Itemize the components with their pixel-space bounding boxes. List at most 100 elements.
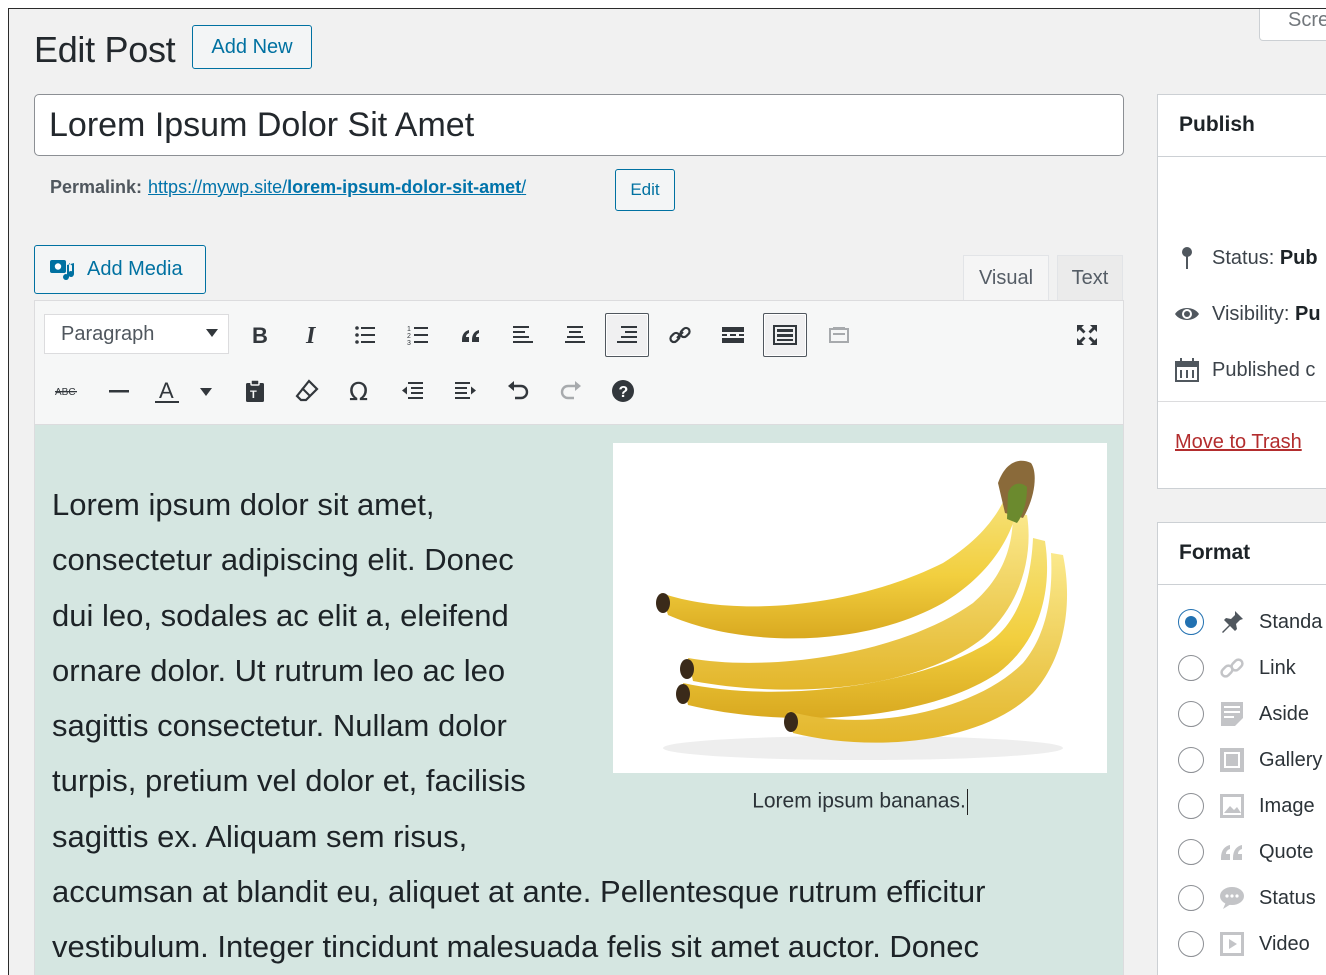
- format-select-value: Paragraph: [61, 323, 155, 345]
- blockquote-button[interactable]: [449, 313, 493, 357]
- pin-icon: [1182, 247, 1192, 269]
- format-box: Format Standa Link Aside Gallery Image Q…: [1157, 522, 1326, 975]
- align-right-button[interactable]: [605, 313, 649, 357]
- horizontal-line-button[interactable]: [97, 369, 141, 413]
- editor-content[interactable]: Lorem ipsum dolor sit amet, consectetur …: [35, 425, 1123, 975]
- radio-aside[interactable]: [1178, 701, 1204, 727]
- radio-link[interactable]: [1178, 655, 1204, 681]
- permalink-slug: lorem-ipsum-dolor-sit-amet: [287, 177, 522, 197]
- link-icon: [669, 326, 691, 344]
- speech-bubble-icon: [1217, 883, 1247, 913]
- align-center-button[interactable]: [553, 313, 597, 357]
- omega-icon: Ω: [349, 378, 368, 404]
- strikethrough-icon: ABC: [55, 387, 77, 398]
- format-option-label: Quote: [1259, 840, 1314, 863]
- horizontal-line-icon: [109, 390, 129, 393]
- permalink-base: https://mywp.site/: [148, 177, 288, 197]
- text-line: ornare dolor. Ut rutrum leo ac leo: [52, 652, 506, 688]
- undo-button[interactable]: [496, 369, 540, 413]
- format-option-label: Link: [1259, 656, 1296, 679]
- visibility-row: Visibility: Pu: [1174, 301, 1321, 327]
- text-color-button[interactable]: A: [149, 369, 221, 413]
- text-line: sagittis consectetur. Nullam dolor: [52, 708, 507, 744]
- format-option-video[interactable]: Video: [1178, 929, 1310, 959]
- format-option-gallery[interactable]: Gallery: [1178, 745, 1322, 775]
- format-option-label: Video: [1259, 932, 1310, 955]
- permalink: Permalink: https://mywp.site/lorem-ipsum…: [50, 177, 526, 198]
- image-caption[interactable]: Lorem ipsum bananas.: [613, 789, 1107, 815]
- bananas-image[interactable]: [613, 443, 1107, 773]
- decrease-indent-button[interactable]: [391, 369, 435, 413]
- strikethrough-button[interactable]: ABC: [45, 369, 89, 413]
- format-option-image[interactable]: Image: [1178, 791, 1315, 821]
- edit-slug-button[interactable]: Edit: [615, 169, 675, 211]
- screen-options-button[interactable]: Scre: [1259, 9, 1326, 41]
- banana-illustration: [656, 460, 1068, 760]
- bold-button[interactable]: B: [237, 313, 281, 357]
- link-icon: [1217, 653, 1247, 683]
- permalink-link[interactable]: https://mywp.site/lorem-ipsum-dolor-sit-…: [148, 177, 526, 198]
- tab-visual[interactable]: Visual: [963, 255, 1049, 301]
- move-to-trash-link[interactable]: Move to Trash: [1175, 431, 1302, 454]
- keyboard-shortcuts-button[interactable]: ?: [601, 369, 645, 413]
- insert-link-button[interactable]: [658, 313, 702, 357]
- text-line: vestibulum. Integer tincidunt malesuada …: [52, 929, 980, 965]
- redo-button[interactable]: [549, 369, 593, 413]
- format-option-quote[interactable]: Quote: [1178, 837, 1313, 867]
- calendar-icon: [1175, 358, 1199, 382]
- radio-gallery[interactable]: [1178, 747, 1204, 773]
- align-left-icon: [513, 326, 533, 343]
- italic-icon: I: [305, 323, 317, 348]
- svg-text:A: A: [159, 378, 174, 403]
- svg-text:Ω: Ω: [349, 378, 368, 404]
- distraction-free-button[interactable]: [817, 313, 861, 357]
- radio-image[interactable]: [1178, 793, 1204, 819]
- visibility-value: Pu: [1295, 302, 1321, 325]
- eraser-icon: [295, 379, 319, 402]
- format-option-label: Status: [1259, 886, 1316, 909]
- clear-formatting-button[interactable]: [285, 369, 329, 413]
- paste-as-text-button[interactable]: T: [233, 369, 277, 413]
- radio-quote[interactable]: [1178, 839, 1204, 865]
- format-option-status[interactable]: Status: [1178, 883, 1316, 913]
- post-title-input[interactable]: [34, 94, 1124, 156]
- read-more-button[interactable]: [711, 313, 755, 357]
- toolbar-toggle-button[interactable]: [763, 313, 807, 357]
- italic-button[interactable]: I: [290, 313, 334, 357]
- format-option-standard[interactable]: Standa: [1178, 607, 1322, 637]
- format-option-label: Gallery: [1259, 748, 1323, 771]
- add-new-button[interactable]: Add New: [192, 25, 312, 69]
- fullscreen-toggle-icon: [829, 327, 849, 343]
- status-value: Pub: [1279, 246, 1318, 269]
- editor-toolbar: Paragraph B I 123 ABC A T Ω ?: [35, 301, 1123, 425]
- tab-text[interactable]: Text: [1057, 255, 1123, 301]
- publish-box-title: Publish: [1158, 95, 1326, 157]
- align-left-button[interactable]: [501, 313, 545, 357]
- media-icon: [50, 259, 75, 280]
- gallery-icon: [1217, 745, 1247, 775]
- increase-indent-button[interactable]: [443, 369, 487, 413]
- format-option-link[interactable]: Link: [1178, 653, 1296, 683]
- publish-box: Publish Status: Pub Visibility: Pu Publi…: [1157, 94, 1326, 489]
- paste-text-icon: T: [246, 379, 264, 402]
- expand-icon: [1077, 325, 1097, 345]
- radio-video[interactable]: [1178, 931, 1204, 957]
- read-more-icon: [722, 327, 744, 343]
- undo-icon: [508, 381, 529, 400]
- svg-text:3: 3: [407, 340, 411, 347]
- format-option-label: Image: [1259, 794, 1315, 817]
- format-option-aside[interactable]: Aside: [1178, 699, 1309, 729]
- radio-standard[interactable]: [1178, 609, 1204, 635]
- outdent-icon: [402, 382, 423, 399]
- video-icon: [1217, 929, 1247, 959]
- numbered-list-button[interactable]: 123: [396, 313, 440, 357]
- align-right-icon: [617, 326, 637, 343]
- permalink-trail: /: [521, 177, 527, 197]
- radio-status[interactable]: [1178, 885, 1204, 911]
- svg-text:T: T: [250, 389, 257, 401]
- bulleted-list-button[interactable]: [343, 313, 387, 357]
- special-character-button[interactable]: Ω: [338, 369, 382, 413]
- expand-editor-button[interactable]: [1065, 313, 1109, 357]
- format-select[interactable]: Paragraph: [44, 314, 229, 354]
- add-media-button[interactable]: Add Media: [34, 245, 206, 294]
